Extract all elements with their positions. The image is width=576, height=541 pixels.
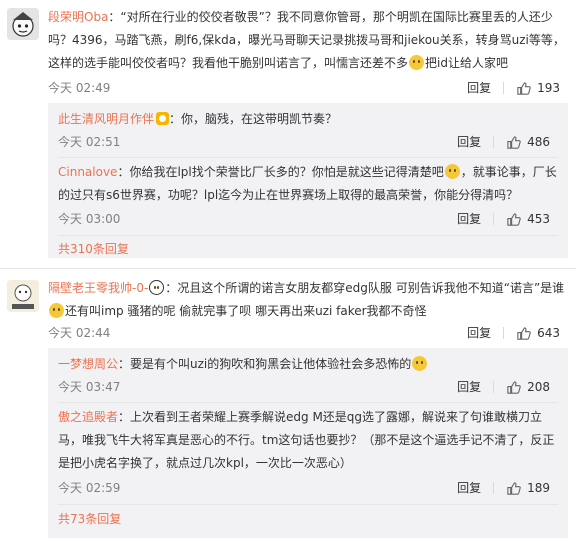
avatar-image-icon xyxy=(7,280,39,312)
comment-card: 段荣明Oba：“对所在行业的佼佼者敬畏”？我不同意你管哥，那个明凯在国际比赛里丢… xyxy=(0,0,576,258)
reply-item: Cinnalove：你给我在lpl找个荣誉比厂长多的？你怕是就这些记得清楚吧 ，就… xyxy=(58,159,558,236)
thumbs-up-icon xyxy=(507,135,521,149)
like-button[interactable]: 193 xyxy=(516,78,560,98)
comment-text: 隔壁老王零我帅-0- ：况且这个所谓的诺言女朋友都穿edg队服 可别告诉我他不知道… xyxy=(48,280,565,318)
avatar[interactable] xyxy=(7,280,39,312)
divider xyxy=(493,482,495,494)
username-link[interactable]: 一梦想周公 xyxy=(58,357,118,371)
reply-text: 傲之追殿者：上次看到王者荣耀上赛季解说edg M还是qg选了露娜，解说来了句谁敢… xyxy=(58,410,555,470)
comment-text: 段荣明Oba：“对所在行业的佼佼者敬畏”？我不同意你管哥，那个明凯在国际比赛里丢… xyxy=(48,10,565,70)
reply-list: 此生清风明月作伴 ：你，脑残，在这带明凯节奏？ 今天 02:51 回复 486 C… xyxy=(48,103,568,258)
thumbs-up-icon xyxy=(507,481,521,495)
divider xyxy=(58,157,558,158)
divider xyxy=(58,235,558,236)
panda-emoji-icon xyxy=(149,280,165,295)
thumbs-up-icon xyxy=(507,212,521,226)
emoji-icon xyxy=(444,164,460,179)
comment-meta: 今天 02:49 回复 193 xyxy=(48,78,560,98)
reply-text: 一梦想周公：要是有个叫uzi的狗吹和狗黑会让他体验社会多恐怖的 xyxy=(58,353,558,376)
reply-button[interactable]: 回复 xyxy=(467,78,491,98)
reply-text: Cinnalove：你给我在lpl找个荣誉比厂长多的？你怕是就这些记得清楚吧 ，就… xyxy=(58,164,557,202)
like-count: 643 xyxy=(537,326,560,340)
divider xyxy=(493,381,495,393)
reply-button[interactable]: 回复 xyxy=(467,323,491,343)
reply-button[interactable]: 回复 xyxy=(457,377,481,397)
like-count: 453 xyxy=(527,212,550,226)
like-count: 189 xyxy=(527,481,550,495)
timestamp: 今天 03:00 xyxy=(58,212,121,226)
timestamp: 今天 03:47 xyxy=(58,380,121,394)
reply-item: 傲之追殿者：上次看到王者荣耀上赛季解说edg M还是qg选了露娜，解说来了句谁敢… xyxy=(58,404,558,505)
reply-meta: 今天 02:51 回复 486 xyxy=(58,132,550,152)
reply-item: 此生清风明月作伴 ：你，脑残，在这带明凯节奏？ 今天 02:51 回复 486 xyxy=(58,103,558,158)
divider xyxy=(58,504,558,505)
reply-button[interactable]: 回复 xyxy=(457,132,481,152)
comment-meta: 今天 02:44 回复 643 xyxy=(48,323,560,343)
timestamp: 今天 02:51 xyxy=(58,135,121,149)
like-button[interactable]: 643 xyxy=(516,323,560,343)
emoji-icon xyxy=(49,303,64,318)
divider xyxy=(503,82,505,94)
more-replies-link[interactable]: 共73条回复 xyxy=(58,509,121,529)
emoji-icon xyxy=(409,55,425,70)
username-link[interactable]: 段荣明Oba xyxy=(48,10,108,24)
divider xyxy=(493,213,495,225)
timestamp: 今天 02:44 xyxy=(48,326,111,340)
timestamp: 今天 02:49 xyxy=(48,81,111,95)
reply-meta: 今天 03:00 回复 453 xyxy=(58,209,550,229)
like-count: 193 xyxy=(537,81,560,95)
emoji-icon xyxy=(412,356,428,371)
divider xyxy=(493,136,495,148)
like-button[interactable]: 453 xyxy=(506,209,550,229)
username-link[interactable]: 隔壁老王零我帅-0- xyxy=(48,281,148,295)
like-button[interactable]: 208 xyxy=(506,377,550,397)
username-link[interactable]: Cinnalove xyxy=(58,165,117,179)
like-button[interactable]: 486 xyxy=(506,132,550,152)
thumbs-up-icon xyxy=(517,326,531,340)
username-link[interactable]: 傲之追殿者 xyxy=(58,410,118,424)
like-count: 486 xyxy=(527,135,550,149)
username-link[interactable]: 此生清风明月作伴 xyxy=(58,112,154,126)
avatar-image-icon xyxy=(7,8,39,40)
divider xyxy=(503,327,505,339)
reply-text: 此生清风明月作伴 ：你，脑残，在这带明凯节奏？ xyxy=(58,112,338,126)
reply-button[interactable]: 回复 xyxy=(457,209,481,229)
like-count: 208 xyxy=(527,380,550,394)
thumbs-up-icon xyxy=(507,380,521,394)
reply-button[interactable]: 回复 xyxy=(457,478,481,498)
verified-badge-icon xyxy=(156,112,170,125)
reply-list: 一梦想周公：要是有个叫uzi的狗吹和狗黑会让他体验社会多恐怖的 今天 03:47… xyxy=(48,348,568,538)
divider xyxy=(58,402,558,403)
like-button[interactable]: 189 xyxy=(506,478,550,498)
timestamp: 今天 02:59 xyxy=(58,481,121,495)
comment-card: 隔壁老王零我帅-0- ：况且这个所谓的诺言女朋友都穿edg队服 可别告诉我他不知道… xyxy=(0,270,576,541)
reply-meta: 今天 03:47 回复 208 xyxy=(58,377,550,397)
reply-meta: 今天 02:59 回复 189 xyxy=(58,478,550,498)
reply-item: 一梦想周公：要是有个叫uzi的狗吹和狗黑会让他体验社会多恐怖的 今天 03:47… xyxy=(58,348,558,403)
more-replies-link[interactable]: 共310条回复 xyxy=(58,239,129,259)
avatar[interactable] xyxy=(7,8,39,40)
comment-separator xyxy=(0,268,576,269)
thumbs-up-icon xyxy=(517,81,531,95)
